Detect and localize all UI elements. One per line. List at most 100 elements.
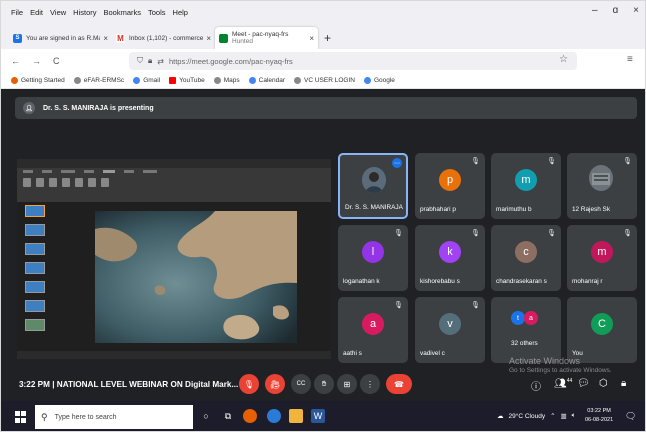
notifications-icon[interactable]: 🗨︎ bbox=[625, 411, 636, 422]
google-icon bbox=[363, 77, 371, 84]
avatar: t bbox=[511, 311, 525, 325]
menu-tools[interactable]: Tools bbox=[148, 8, 166, 17]
close-icon[interactable]: × bbox=[309, 34, 314, 43]
participant-tile[interactable]: 🎙︎ 12 Rajesh Sk bbox=[567, 153, 637, 219]
participant-tile[interactable]: 🎙︎ v vadivel c bbox=[415, 297, 485, 363]
back-button[interactable]: ← bbox=[11, 56, 20, 66]
avatar: m bbox=[591, 241, 613, 263]
bookmark-efar[interactable]: eFAR-ERMSc bbox=[73, 77, 124, 84]
bookmark-label: Maps bbox=[223, 77, 240, 84]
participant-name: prabhahari p bbox=[420, 206, 456, 213]
participant-tile[interactable]: 🎙︎ l loganathan k bbox=[338, 225, 408, 291]
menu-history[interactable]: History bbox=[73, 8, 96, 17]
chat-icon[interactable]: 💬︎ bbox=[577, 378, 590, 389]
cloud-icon[interactable]: ☁︎ bbox=[497, 412, 504, 420]
clock-date: 06-08-2021 bbox=[585, 417, 614, 423]
search-icon: ⚲ bbox=[41, 411, 48, 422]
bookmark-gmail[interactable]: Gmail bbox=[133, 77, 160, 84]
bookmark-maps[interactable]: Maps bbox=[213, 77, 240, 84]
safety-lock-icon[interactable]: 🔒︎ bbox=[621, 378, 626, 389]
reload-button[interactable]: C bbox=[53, 56, 60, 66]
close-window-button[interactable]: × bbox=[633, 5, 639, 16]
weather-text[interactable]: 29°C Cloudy bbox=[509, 413, 546, 420]
people-icon[interactable]: 👥︎44 bbox=[554, 378, 572, 389]
present-button[interactable]: ⊞ bbox=[337, 374, 357, 394]
others-tile[interactable]: t a 32 others bbox=[491, 297, 561, 363]
participant-tile[interactable]: 🎙︎ a aathi s bbox=[338, 297, 408, 363]
permissions-icon[interactable]: ⇄ bbox=[157, 57, 164, 66]
tab-label: You are signed in as R.Marimuth bbox=[26, 34, 100, 42]
avatar: v bbox=[439, 313, 461, 335]
lock-icon[interactable]: 🔒︎ bbox=[148, 56, 152, 66]
windows-start-icon[interactable] bbox=[15, 411, 27, 423]
avatar: a bbox=[362, 313, 384, 335]
edge-icon[interactable] bbox=[267, 409, 281, 423]
menu-help[interactable]: Help bbox=[173, 8, 188, 17]
info-icon[interactable]: ⓘ bbox=[531, 378, 541, 393]
bookmark-getting-started[interactable]: Getting Started bbox=[11, 77, 65, 84]
participant-tile[interactable]: 🎙︎ k kishorebabu s bbox=[415, 225, 485, 291]
tab-subtitle: Hunted bbox=[232, 38, 253, 45]
mic-off-button[interactable]: 🎙︎ bbox=[239, 374, 259, 394]
meeting-info: 3:22 PM | NATIONAL LEVEL WEBINAR ON Digi… bbox=[19, 380, 239, 389]
chevron-up-icon[interactable]: ⌃ bbox=[550, 412, 555, 420]
clock-time: 03:22 PM bbox=[587, 408, 611, 414]
camera-off-button[interactable]: 🎥︎ bbox=[265, 374, 285, 394]
participant-tile[interactable]: 🎙︎ c chandrasekaran s bbox=[491, 225, 561, 291]
bookmark-google[interactable]: Google bbox=[363, 77, 395, 84]
new-tab-button[interactable]: + bbox=[324, 31, 331, 45]
participant-tile[interactable]: ⋯ Dr. S. S. MANIRAJA bbox=[338, 153, 408, 219]
avatar: a bbox=[524, 311, 538, 325]
bookmark-label: Calendar bbox=[258, 77, 286, 84]
more-options-button[interactable]: ⋮ bbox=[360, 374, 380, 394]
taskbar-clock[interactable]: 03:22 PM 06-08-2021 bbox=[585, 407, 613, 425]
participant-name: Dr. S. S. MANIRAJA bbox=[345, 204, 403, 211]
participant-tile[interactable]: 🎙︎ m mohanraj r bbox=[567, 225, 637, 291]
menu-icon[interactable]: ≡ bbox=[627, 54, 633, 65]
close-icon[interactable]: × bbox=[103, 34, 108, 43]
menu-bookmarks[interactable]: Bookmarks bbox=[104, 8, 142, 17]
tab-inbox[interactable]: M Inbox (1,102) - commerce@vi × bbox=[112, 27, 215, 49]
slide-thumbnail bbox=[25, 319, 45, 331]
avatar: C bbox=[591, 313, 613, 335]
forward-button[interactable]: → bbox=[32, 56, 41, 66]
maximize-button[interactable]: ɑ bbox=[613, 5, 619, 16]
self-tile[interactable]: C You bbox=[567, 297, 637, 363]
slide-thumbnail bbox=[25, 281, 45, 293]
volume-icon[interactable]: 🔈︎ bbox=[572, 412, 576, 420]
activities-icon[interactable]: ⬡ bbox=[599, 378, 608, 389]
word-icon[interactable]: W bbox=[311, 409, 325, 423]
tab-meet[interactable]: Meet - pac-nyaq-frs Hunted × bbox=[215, 27, 318, 49]
slide-thumbnail bbox=[25, 262, 45, 274]
task-view-icon[interactable]: ⧉ bbox=[221, 409, 235, 423]
participant-tile[interactable]: 🎙︎ m marimuthu b bbox=[491, 153, 561, 219]
captions-button[interactable]: CC bbox=[291, 374, 311, 394]
firefox-icon[interactable] bbox=[243, 409, 257, 423]
minimize-button[interactable]: – bbox=[592, 5, 598, 16]
close-icon[interactable]: × bbox=[206, 34, 211, 43]
mic-off-icon: 🎙︎ bbox=[471, 230, 480, 237]
menu-file[interactable]: File bbox=[11, 8, 23, 17]
url-bar[interactable]: ⛉ 🔒︎ ⇄ https://meet.google.com/pac-nyaq-… bbox=[129, 52, 577, 70]
more-options-icon[interactable]: ⋯ bbox=[392, 158, 402, 168]
menu-edit[interactable]: Edit bbox=[30, 8, 43, 17]
slide-thumbnail bbox=[25, 300, 45, 312]
taskbar-search[interactable]: ⚲ Type here to search bbox=[35, 405, 193, 429]
bookmark-star-icon[interactable]: ☆ bbox=[559, 54, 568, 65]
tab-signed-in[interactable]: S You are signed in as R.Marimuth × bbox=[9, 27, 112, 49]
bookmark-vc-login[interactable]: VC USER LOGIN bbox=[294, 77, 355, 84]
participant-tile[interactable]: 🎙︎ p prabhahari p bbox=[415, 153, 485, 219]
network-icon[interactable]: ▥ bbox=[561, 412, 567, 420]
cortana-icon[interactable]: ○ bbox=[199, 409, 213, 423]
menu-view[interactable]: View bbox=[50, 8, 66, 17]
raise-hand-button[interactable]: ✋︎ bbox=[314, 374, 334, 394]
powerpoint-statusbar bbox=[17, 351, 331, 359]
bookmark-youtube[interactable]: YouTube bbox=[169, 77, 205, 84]
bookmark-calendar[interactable]: Calendar bbox=[248, 77, 286, 84]
menu-bar: File Edit View History Bookmarks Tools H… bbox=[1, 1, 645, 23]
tab-bar: S You are signed in as R.Marimuth × M In… bbox=[1, 23, 645, 49]
file-explorer-icon[interactable] bbox=[289, 409, 303, 423]
shield-icon[interactable]: ⛉ bbox=[137, 56, 143, 66]
end-call-button[interactable]: ☎︎ bbox=[386, 374, 412, 394]
mic-off-icon: 🎙︎ bbox=[623, 158, 632, 165]
